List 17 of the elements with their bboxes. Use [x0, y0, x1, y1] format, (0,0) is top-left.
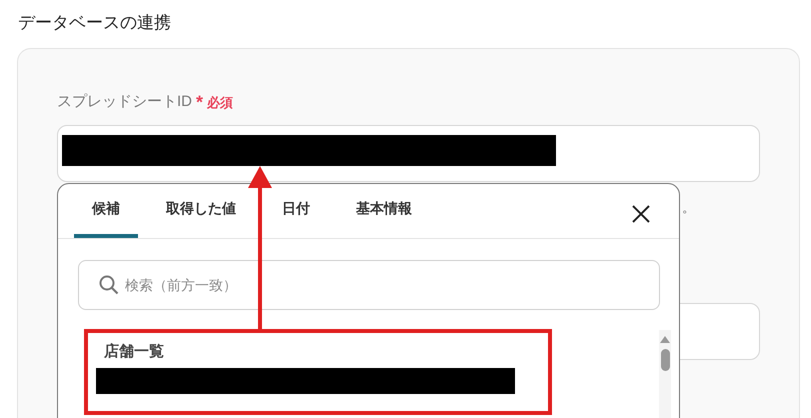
required-label: 必須 [207, 94, 234, 112]
search-icon [99, 275, 119, 295]
scrollbar-thumb[interactable] [660, 349, 670, 371]
tab[interactable]: 候補 [74, 184, 138, 238]
tab[interactable]: 基本情報 [338, 184, 430, 238]
list-item[interactable]: 店舗一覧 [88, 341, 528, 394]
field-label: スプレッドシートID [57, 92, 192, 112]
tab[interactable]: 日付 [264, 184, 328, 238]
search-field[interactable]: 検索（前方一致） [78, 260, 660, 310]
close-icon[interactable] [631, 204, 651, 224]
hint-text: 。 [682, 199, 695, 217]
required-asterisk: * [196, 91, 204, 114]
scroll-up-icon[interactable] [660, 336, 670, 343]
search-input[interactable]: 検索（前方一致） [125, 274, 525, 296]
scrollbar[interactable] [659, 330, 671, 418]
tab[interactable]: 取得した値 [148, 184, 254, 238]
section-title: データベースの連携 [18, 12, 171, 34]
